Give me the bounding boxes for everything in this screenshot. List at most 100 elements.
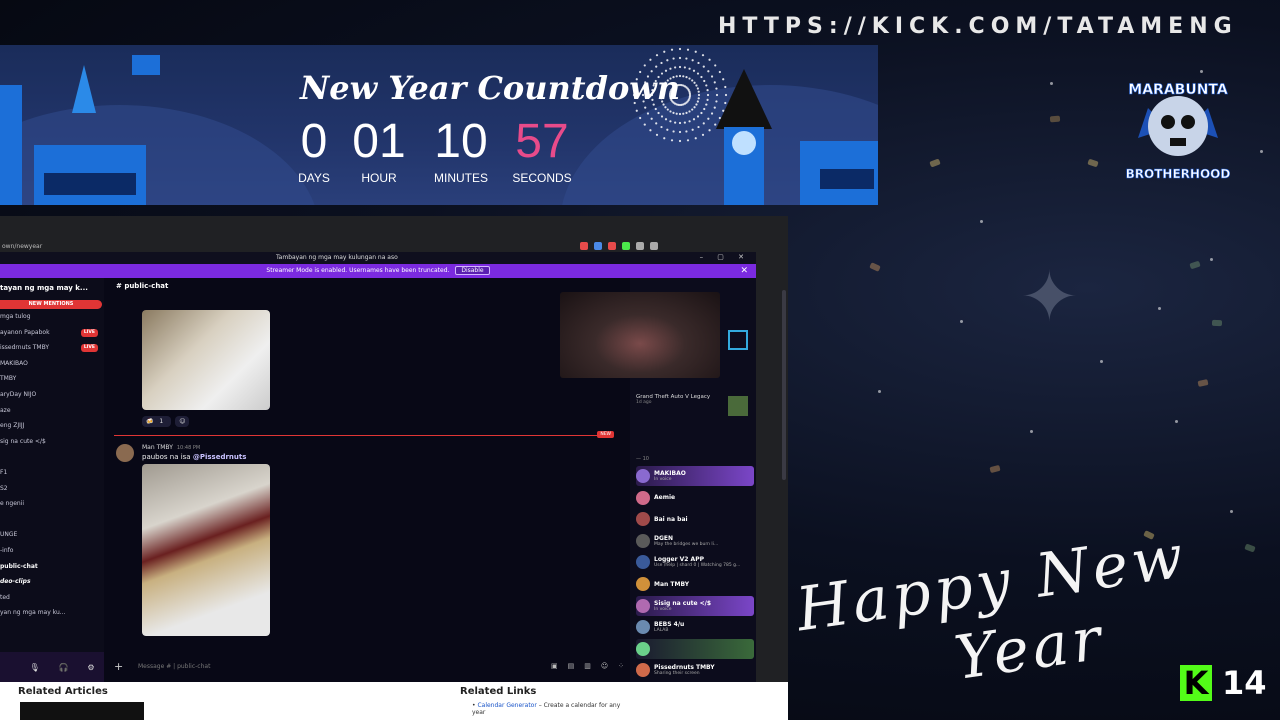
member-item[interactable]: Pissedrnuts TMBY Sharing their screen bbox=[636, 660, 754, 680]
screen: ✦ HTTPS://KICK.COM/TATAMENG MARABUNTA BR… bbox=[0, 0, 1280, 720]
extension-icon[interactable] bbox=[608, 242, 616, 250]
add-attachment-icon[interactable]: + bbox=[114, 660, 128, 673]
channel-label: S2 bbox=[0, 484, 8, 492]
channel-item[interactable]: MAKIBAO bbox=[0, 356, 104, 372]
activity-sub: 1d ago bbox=[636, 400, 652, 405]
new-mentions-badge[interactable]: NEW MENTIONS bbox=[0, 300, 102, 309]
channel-item[interactable]: deo-clips bbox=[0, 574, 104, 590]
channel-item[interactable] bbox=[0, 512, 104, 528]
channel-list: mga tulog ayanon Papabok LIVE issedrnuts TM… bbox=[0, 309, 104, 621]
message-text: paubos na isa @Pissedrnuts bbox=[142, 453, 247, 461]
channel-item[interactable]: -info bbox=[0, 543, 104, 559]
message-input[interactable]: Message # | public-chat bbox=[138, 663, 541, 670]
channel-item[interactable]: F1 bbox=[0, 465, 104, 481]
countdown-banner: New Year Countdown 0 DAYS 01 HOUR 10 MINUTE… bbox=[0, 45, 878, 205]
channel-item[interactable]: aryDay NIJO bbox=[0, 387, 104, 403]
message-image[interactable] bbox=[142, 310, 270, 410]
channel-item[interactable]: aze bbox=[0, 403, 104, 419]
member-item[interactable]: MAKIBAO In voice bbox=[636, 466, 754, 486]
reaction[interactable]: 🍻 1 bbox=[142, 416, 172, 427]
channel-label: sig na cute </$ bbox=[0, 437, 46, 445]
sticker-icon[interactable]: ▥ bbox=[584, 662, 591, 670]
confetti bbox=[989, 464, 1001, 474]
star-dot bbox=[1210, 258, 1213, 261]
kick-viewer-counter: K 14 bbox=[1180, 664, 1267, 702]
extension-icon[interactable] bbox=[580, 242, 588, 250]
extension-icon[interactable] bbox=[650, 242, 658, 250]
extension-icon[interactable] bbox=[622, 242, 630, 250]
channel-item[interactable]: mga tulog bbox=[0, 309, 104, 325]
member-item[interactable] bbox=[636, 638, 754, 659]
star-dot bbox=[1175, 420, 1178, 423]
channel-item[interactable]: yan ng mga may ku... bbox=[0, 605, 104, 621]
channel-item[interactable]: UNGE bbox=[0, 527, 104, 543]
related-articles-heading: Related Articles bbox=[18, 686, 108, 697]
channel-item[interactable]: issedrnuts TMBY LIVE bbox=[0, 340, 104, 356]
marabunta-logo: MARABUNTA BROTHERHOOD bbox=[1118, 78, 1238, 181]
server-name[interactable]: tayan ng mga may k... bbox=[0, 278, 104, 292]
discord-titlebar: Tambayan ng mga may kulungan na aso – ▢ … bbox=[0, 252, 756, 264]
add-reaction-icon[interactable]: ☺ bbox=[175, 416, 190, 427]
star-icon: ✦ bbox=[1020, 256, 1079, 338]
star-dot bbox=[1230, 510, 1233, 513]
calendar-generator-link[interactable]: Calendar Generator bbox=[477, 702, 536, 709]
member-status: May the bridges we burn li... bbox=[654, 541, 719, 547]
house-icon bbox=[34, 145, 146, 205]
avatar bbox=[636, 620, 650, 635]
member-item[interactable]: Aemie bbox=[636, 488, 754, 508]
close-icon[interactable]: ✕ bbox=[740, 264, 748, 278]
channel-label: eng ZJIJJ bbox=[0, 422, 25, 430]
member-status: Use /help | shard 0 | Watching 785 g... bbox=[654, 563, 741, 569]
member-name: Man TMBY bbox=[654, 580, 690, 588]
confetti bbox=[1189, 260, 1201, 270]
scrollbar[interactable] bbox=[782, 290, 786, 480]
browser-extensions bbox=[580, 242, 658, 250]
member-item[interactable]: Sisig na cute </$ In voice bbox=[636, 595, 754, 616]
avatar[interactable] bbox=[116, 444, 134, 462]
article-thumbnail[interactable] bbox=[20, 702, 144, 720]
message-composer[interactable]: + Message # | public-chat ▣ ▤ ▥ ☺ ⁘ bbox=[114, 656, 624, 676]
viewer-count: 14 bbox=[1222, 664, 1267, 702]
channel-item[interactable]: e ngenii bbox=[0, 496, 104, 512]
message-author[interactable]: Man TMBY 10:48 PM bbox=[142, 444, 200, 451]
channel-item[interactable]: ted bbox=[0, 590, 104, 606]
channel-item[interactable]: S2 bbox=[0, 481, 104, 497]
extension-icon[interactable] bbox=[594, 242, 602, 250]
streamer-mode-banner: Streamer Mode is enabled. Usernames have… bbox=[0, 264, 756, 278]
channel-item[interactable]: eng ZJIJJ bbox=[0, 418, 104, 434]
mic-icon[interactable]: 🎙 bbox=[29, 663, 39, 672]
member-status: In voice bbox=[654, 606, 672, 612]
activity-card[interactable]: Grand Theft Auto V Legacy 1d ago bbox=[636, 394, 710, 405]
reaction-bar: 🍻 1 ☺ bbox=[142, 416, 190, 427]
countdown-hours: 01 HOUR bbox=[352, 115, 406, 186]
member-item[interactable]: BEBS 4/u LALAB bbox=[636, 617, 754, 637]
star-dot bbox=[1100, 360, 1103, 363]
member-item[interactable]: Logger V2 APP Use /help | shard 0 | Watch… bbox=[636, 552, 754, 572]
disable-button[interactable]: Disable bbox=[455, 266, 490, 275]
channel-item[interactable]: ayanon Papabok LIVE bbox=[0, 325, 104, 341]
extension-icon[interactable] bbox=[636, 242, 644, 250]
gif-icon[interactable]: ▤ bbox=[568, 662, 575, 670]
gift-icon[interactable]: ▣ bbox=[551, 662, 558, 670]
message-image[interactable] bbox=[142, 464, 270, 636]
channel-label: aryDay NIJO bbox=[0, 390, 37, 398]
browser-tabstrip[interactable] bbox=[0, 216, 788, 236]
gear-icon[interactable]: ⚙ bbox=[87, 663, 94, 672]
game-icon bbox=[728, 330, 748, 350]
happy-new-year-text: Happy New Year bbox=[792, 521, 1192, 694]
emoji-icon[interactable]: ☺ bbox=[601, 662, 608, 670]
channel-label: deo-clips bbox=[0, 578, 31, 586]
channel-item[interactable]: public-chat bbox=[0, 559, 104, 575]
window-controls[interactable]: – ▢ ✕ bbox=[700, 253, 750, 261]
clock-tower-roof bbox=[716, 69, 772, 129]
channel-item[interactable] bbox=[0, 449, 104, 465]
member-item[interactable]: DGEN May the bridges we burn li... bbox=[636, 531, 754, 551]
apps-icon[interactable]: ⁘ bbox=[618, 662, 624, 670]
headphones-icon[interactable]: 🎧 bbox=[58, 663, 68, 672]
channel-label: -info bbox=[0, 546, 14, 554]
channel-item[interactable]: TMBY bbox=[0, 371, 104, 387]
member-item[interactable]: Bai na bai bbox=[636, 509, 754, 529]
house-icon bbox=[800, 141, 878, 205]
member-item[interactable]: Man TMBY bbox=[636, 574, 754, 594]
channel-item[interactable]: sig na cute </$ bbox=[0, 434, 104, 450]
